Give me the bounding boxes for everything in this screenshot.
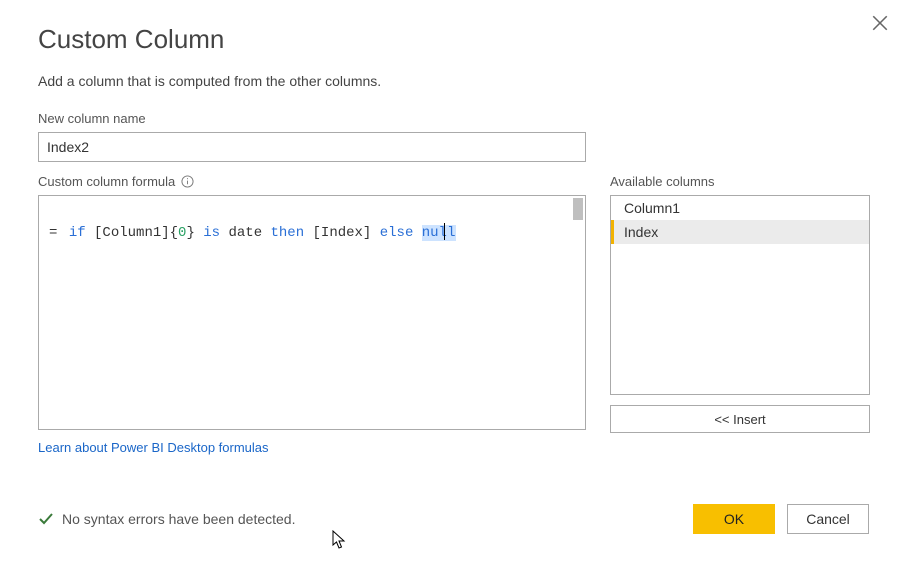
formula-scrollbar[interactable] <box>573 198 583 220</box>
info-icon[interactable] <box>181 175 194 188</box>
ok-button[interactable]: OK <box>693 504 775 534</box>
check-icon <box>38 511 54 527</box>
available-columns-label: Available columns <box>610 174 870 189</box>
available-columns-list[interactable]: Column1 Index <box>610 195 870 395</box>
insert-button[interactable]: << Insert <box>610 405 870 433</box>
status-text: No syntax errors have been detected. <box>62 511 295 527</box>
name-field-label: New column name <box>38 111 869 126</box>
learn-formulas-link[interactable]: Learn about Power BI Desktop formulas <box>38 440 269 455</box>
available-column-item[interactable]: Column1 <box>611 196 869 220</box>
formula-editor[interactable]: = if [Column1]{0} is date then [Index] e… <box>38 195 586 430</box>
available-column-item[interactable]: Index <box>611 220 869 244</box>
close-icon[interactable] <box>871 14 889 32</box>
formula-field-label: Custom column formula <box>38 174 175 189</box>
column-name-input[interactable] <box>38 132 586 162</box>
custom-column-dialog: Custom Column Add a column that is compu… <box>0 0 907 481</box>
dialog-subtitle: Add a column that is computed from the o… <box>38 73 869 89</box>
syntax-status: No syntax errors have been detected. <box>38 511 295 527</box>
dialog-title: Custom Column <box>38 24 869 55</box>
cancel-button[interactable]: Cancel <box>787 504 869 534</box>
